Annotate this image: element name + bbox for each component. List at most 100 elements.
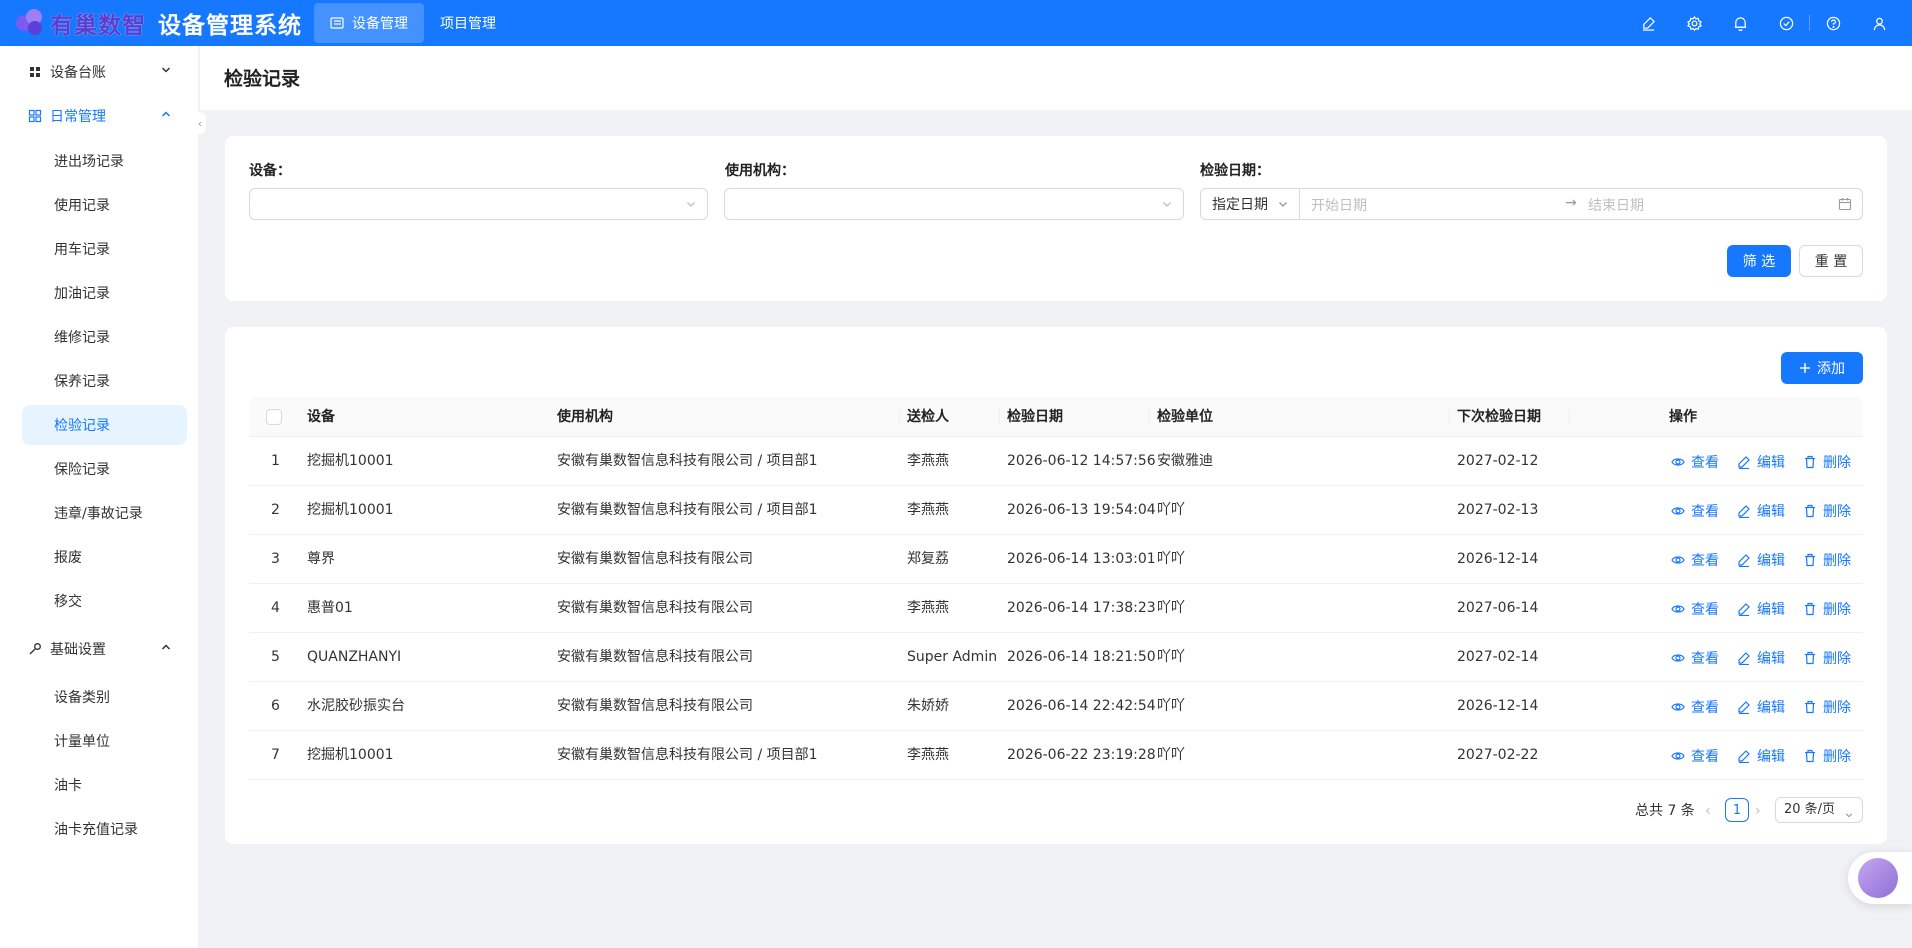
- sidebar-item-label: 加油记录: [54, 286, 110, 302]
- next-date-cell: 2027-02-12: [1457, 453, 1539, 469]
- sidebar-item-maintenance[interactable]: 保养记录: [22, 361, 187, 401]
- view-button[interactable]: 查看: [1671, 633, 1719, 682]
- org-filter-label: 使用机构：: [725, 163, 795, 179]
- filter-button[interactable]: 筛 选: [1727, 245, 1791, 277]
- end-date-input[interactable]: 结束日期: [1588, 195, 1644, 215]
- sidebar-item-repair[interactable]: 维修记录: [22, 317, 187, 357]
- sidebar-group-basic-settings[interactable]: 基础设置: [22, 627, 188, 671]
- start-date-input[interactable]: 开始日期: [1311, 195, 1367, 215]
- sidebar-item-usage[interactable]: 使用记录: [22, 185, 187, 225]
- delete-button[interactable]: 删除: [1803, 437, 1851, 486]
- view-button[interactable]: 查看: [1671, 731, 1719, 780]
- sidebar-item-refuel[interactable]: 加油记录: [22, 273, 187, 313]
- sidebar-group-device-ledger[interactable]: 设备台账: [22, 50, 188, 94]
- delete-button[interactable]: 删除: [1803, 682, 1851, 731]
- edit-button[interactable]: 编辑: [1737, 633, 1785, 682]
- logo[interactable]: 有巢数智: [14, 0, 146, 46]
- delete-button[interactable]: 删除: [1803, 584, 1851, 633]
- org-select[interactable]: [724, 188, 1184, 220]
- sidebar-item-vehicle[interactable]: 用车记录: [22, 229, 187, 269]
- assistant-button[interactable]: [1848, 852, 1912, 904]
- chevron-down-icon: [1844, 805, 1854, 829]
- device-select[interactable]: [249, 188, 708, 220]
- add-button[interactable]: 添加: [1781, 352, 1863, 384]
- top-nav-project-management[interactable]: 项目管理: [424, 3, 512, 43]
- person-cell: 李燕燕: [907, 502, 949, 518]
- edit-icon: [1737, 455, 1751, 469]
- sidebar-item-label: 使用记录: [54, 198, 110, 214]
- filter-panel: 设备： 使用机构： 检验日期： 指定日期 开始日期 → 结束日期 筛 选 重 置: [225, 136, 1887, 301]
- sidebar-item-label: 移交: [54, 594, 82, 610]
- sidebar-item-scrap[interactable]: 报废: [22, 537, 187, 577]
- sidebar-group-daily-management[interactable]: 日常管理: [22, 94, 188, 138]
- date-range-picker[interactable]: 开始日期 → 结束日期: [1299, 188, 1863, 220]
- page-size-select[interactable]: 20 条/页: [1775, 797, 1863, 823]
- delete-button[interactable]: 删除: [1803, 731, 1851, 780]
- device-cell: 惠普01: [307, 600, 353, 616]
- select-all-checkbox[interactable]: [266, 409, 282, 425]
- table-row: 3 尊界 安徽有巢数智信息科技有限公司 郑复荔 2026-06-14 13:03:01 吖…: [249, 535, 1863, 584]
- reset-button[interactable]: 重 置: [1799, 245, 1863, 277]
- delete-button[interactable]: 删除: [1803, 633, 1851, 682]
- brush-icon[interactable]: [1625, 0, 1671, 46]
- check-circle-icon[interactable]: [1763, 0, 1809, 46]
- prev-page-icon[interactable]: ‹: [1705, 803, 1711, 819]
- view-button[interactable]: 查看: [1671, 437, 1719, 486]
- col-next-date: 下次检验日期: [1457, 409, 1541, 425]
- edit-icon: [1737, 504, 1751, 518]
- help-icon[interactable]: [1810, 0, 1856, 46]
- pagination-total: 总共 7 条: [1635, 803, 1695, 819]
- org-cell: 安徽有巢数智信息科技有限公司 / 项目部1: [557, 502, 818, 518]
- delete-button[interactable]: 删除: [1803, 486, 1851, 535]
- plus-icon: [1799, 362, 1811, 374]
- edit-button[interactable]: 编辑: [1737, 437, 1785, 486]
- view-button[interactable]: 查看: [1671, 584, 1719, 633]
- view-button[interactable]: 查看: [1671, 486, 1719, 535]
- device-cell: 水泥胶砂振实台: [307, 698, 405, 714]
- delete-label: 删除: [1823, 650, 1851, 667]
- bell-icon[interactable]: [1717, 0, 1763, 46]
- sidebar-item-inspection[interactable]: 检验记录: [22, 405, 187, 445]
- sidebar-item-device-category[interactable]: 设备类别: [22, 677, 187, 717]
- top-nav-device-management[interactable]: 设备管理: [314, 3, 424, 43]
- sidebar-collapse-button[interactable]: ‹: [194, 112, 206, 134]
- page-number-button[interactable]: 1: [1725, 798, 1749, 822]
- unit-cell: 吖吖: [1157, 649, 1185, 665]
- edit-button[interactable]: 编辑: [1737, 486, 1785, 535]
- next-page-icon[interactable]: ›: [1755, 803, 1761, 819]
- gear-icon[interactable]: [1671, 0, 1717, 46]
- col-org: 使用机构: [557, 409, 613, 425]
- device-cell: 尊界: [307, 551, 335, 567]
- user-icon[interactable]: [1856, 0, 1902, 46]
- date-mode-select[interactable]: 指定日期: [1200, 188, 1300, 220]
- sidebar-item-fuel-card-recharge[interactable]: 油卡充值记录: [22, 809, 187, 849]
- sidebar-item-transfer[interactable]: 移交: [22, 581, 187, 621]
- edit-button[interactable]: 编辑: [1737, 584, 1785, 633]
- sidebar-item-label: 检验记录: [54, 418, 110, 434]
- edit-button[interactable]: 编辑: [1737, 682, 1785, 731]
- top-nav-label: 项目管理: [440, 16, 496, 32]
- chevron-down-icon: [685, 198, 697, 214]
- table-body: 1 挖掘机10001 安徽有巢数智信息科技有限公司 / 项目部1 李燕燕 2026-06…: [249, 437, 1863, 780]
- sidebar-item-label: 油卡充值记录: [54, 822, 138, 838]
- sidebar-item-violation[interactable]: 违章/事故记录: [22, 493, 187, 533]
- sidebar-item-unit[interactable]: 计量单位: [22, 721, 187, 761]
- view-label: 查看: [1691, 454, 1719, 471]
- page-title: 检验记录: [224, 68, 301, 90]
- eye-icon: [1671, 504, 1685, 518]
- delete-button[interactable]: 删除: [1803, 535, 1851, 584]
- sidebar-item-insurance[interactable]: 保险记录: [22, 449, 187, 489]
- trash-icon: [1803, 504, 1817, 518]
- view-button[interactable]: 查看: [1671, 682, 1719, 731]
- view-button[interactable]: 查看: [1671, 535, 1719, 584]
- sidebar-item-entry-exit[interactable]: 进出场记录: [22, 141, 187, 181]
- next-date-cell: 2026-12-14: [1457, 551, 1539, 567]
- edit-button[interactable]: 编辑: [1737, 535, 1785, 584]
- sidebar-item-fuel-card[interactable]: 油卡: [22, 765, 187, 805]
- trash-icon: [1803, 553, 1817, 567]
- edit-button[interactable]: 编辑: [1737, 731, 1785, 780]
- eye-icon: [1671, 455, 1685, 469]
- person-cell: 李燕燕: [907, 747, 949, 763]
- calendar-icon: [1838, 197, 1852, 215]
- device-cell: QUANZHANYI: [307, 649, 402, 665]
